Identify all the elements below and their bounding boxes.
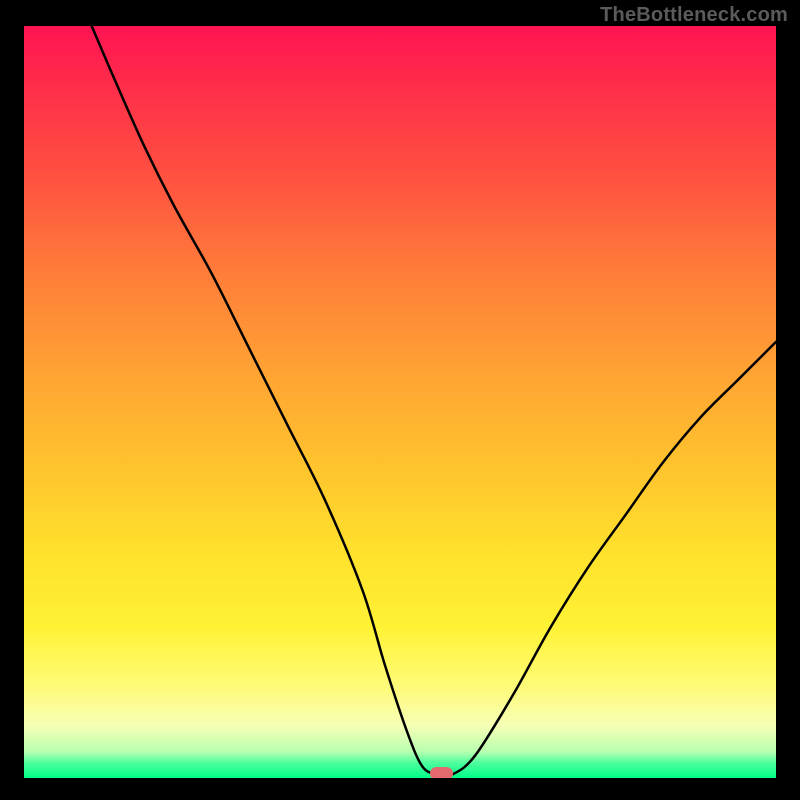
optimum-marker bbox=[430, 767, 453, 778]
watermark-text: TheBottleneck.com bbox=[600, 4, 788, 27]
curve-path bbox=[92, 26, 776, 776]
chart-frame: TheBottleneck.com bbox=[0, 0, 800, 800]
plot-area bbox=[24, 26, 776, 778]
bottleneck-curve bbox=[24, 26, 776, 778]
